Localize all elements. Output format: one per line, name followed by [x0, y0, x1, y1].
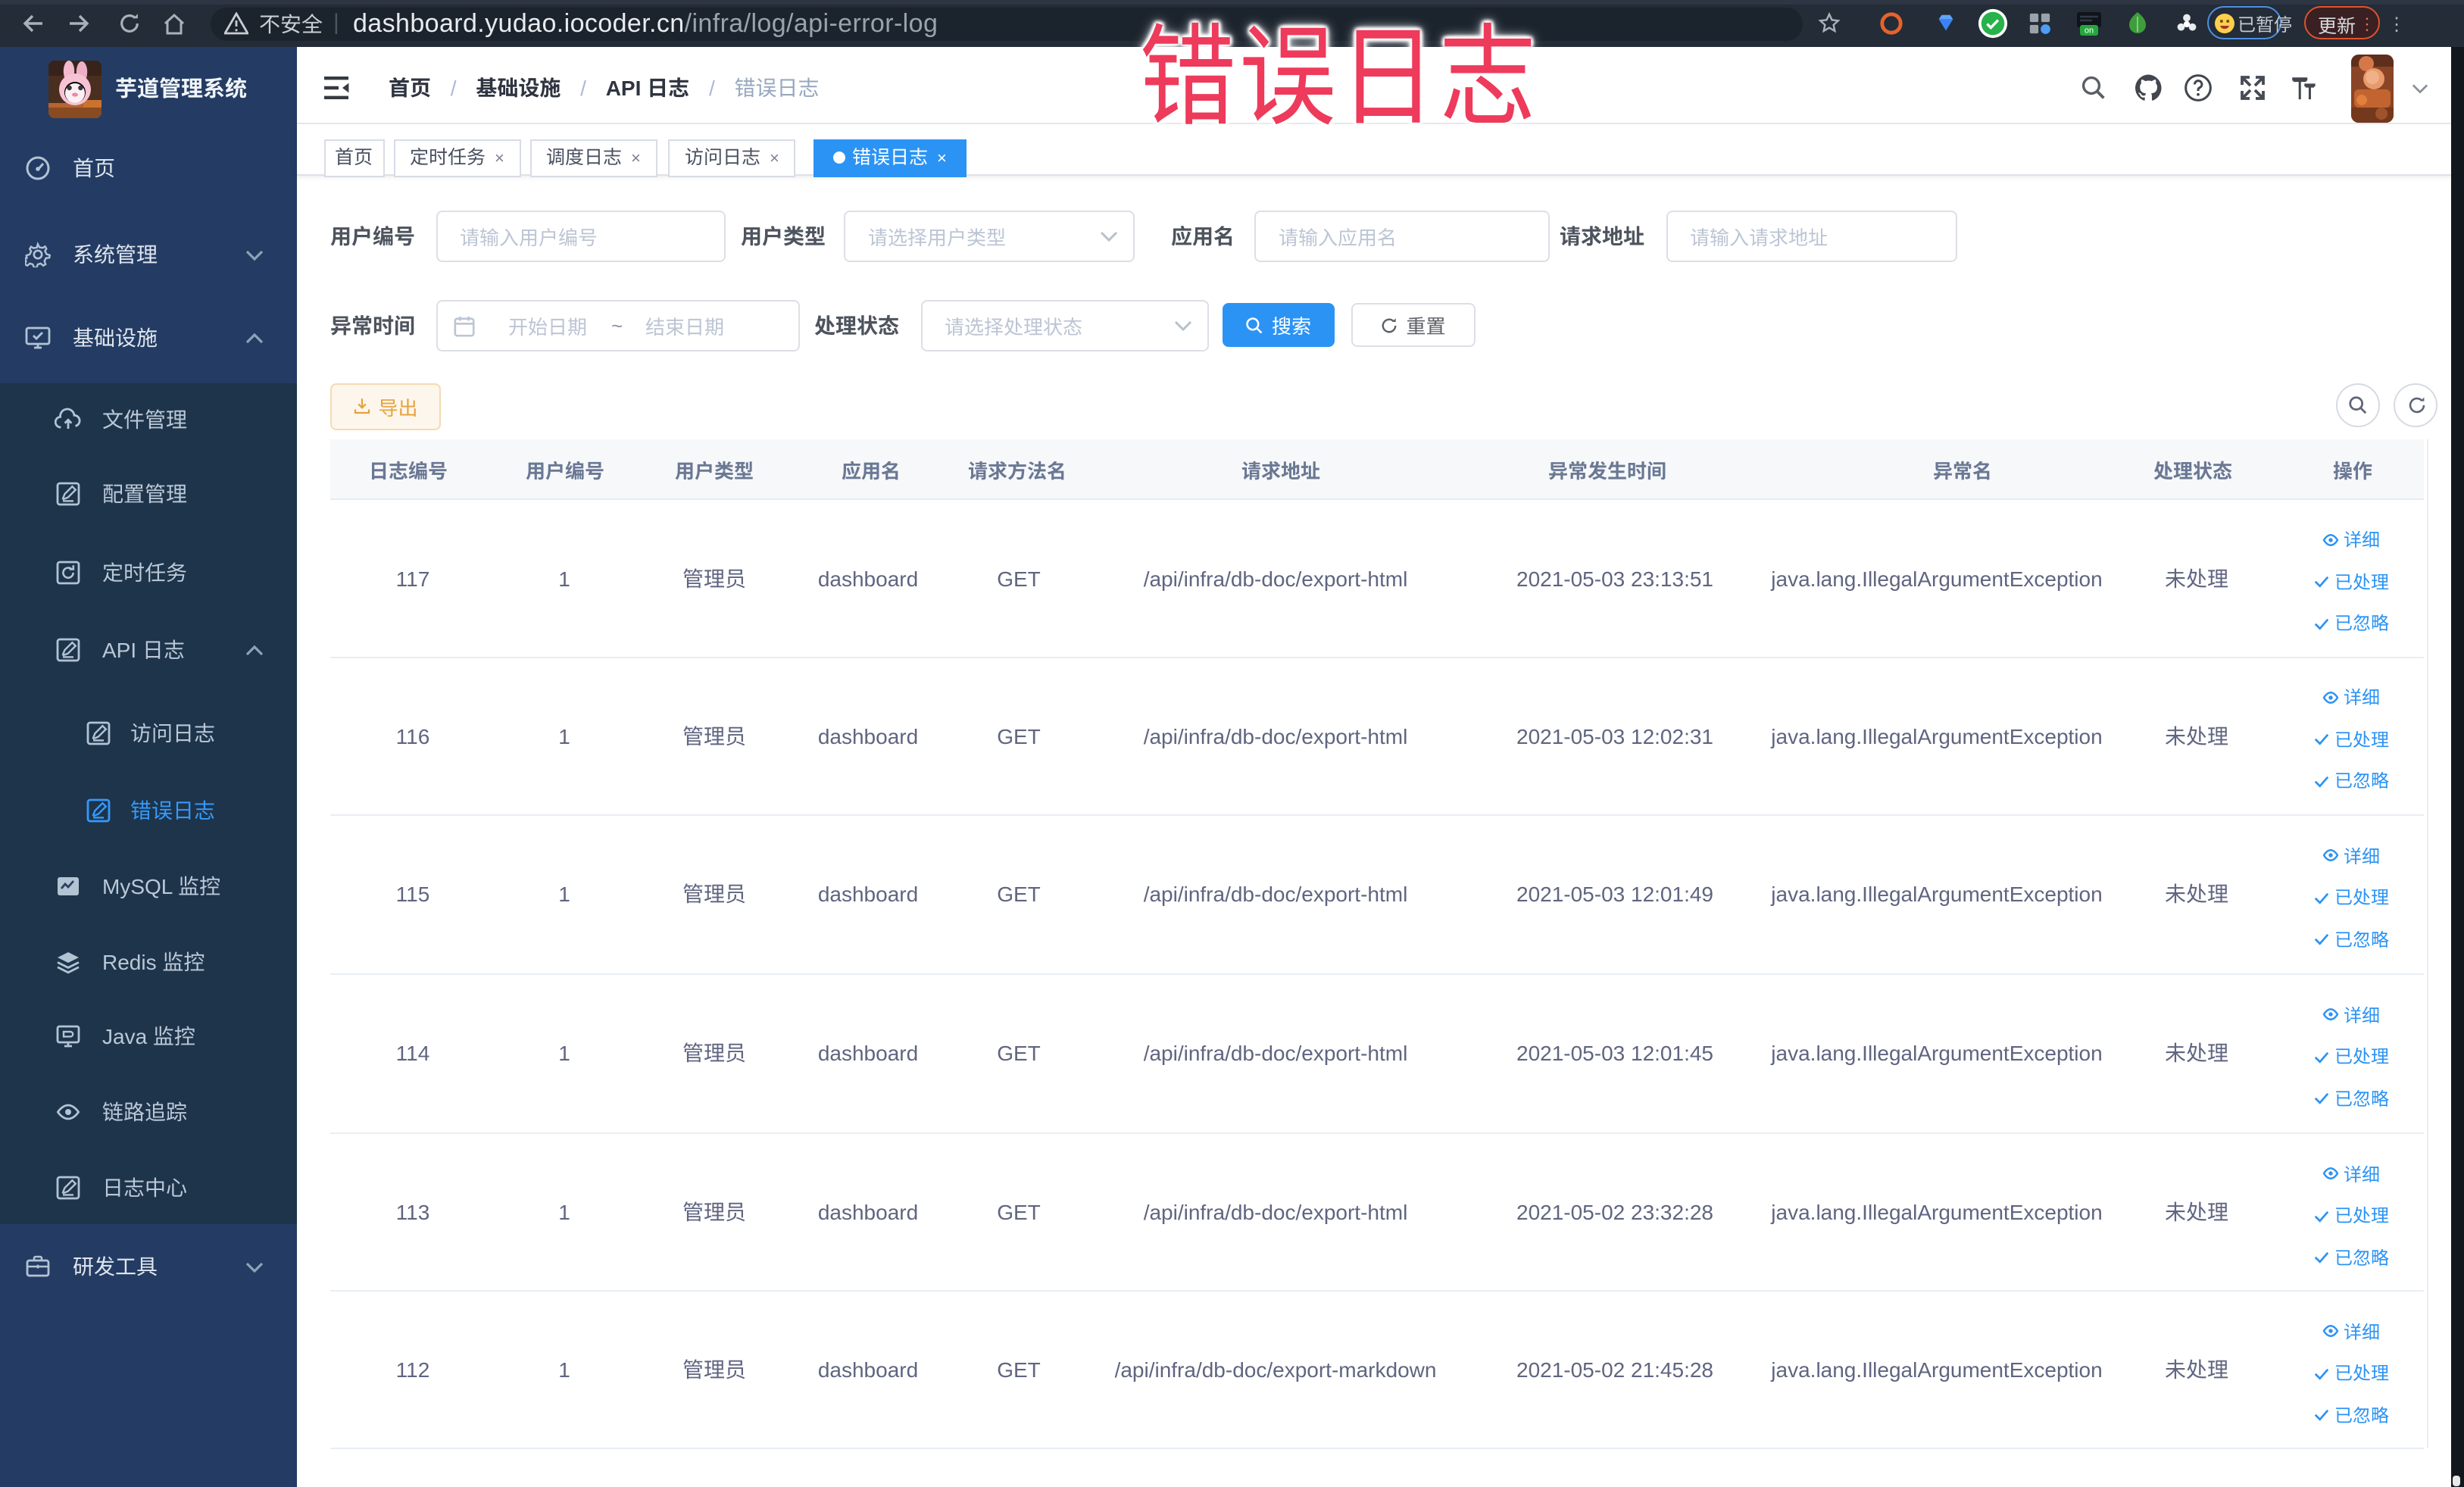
svg-text:on: on: [2085, 27, 2094, 36]
